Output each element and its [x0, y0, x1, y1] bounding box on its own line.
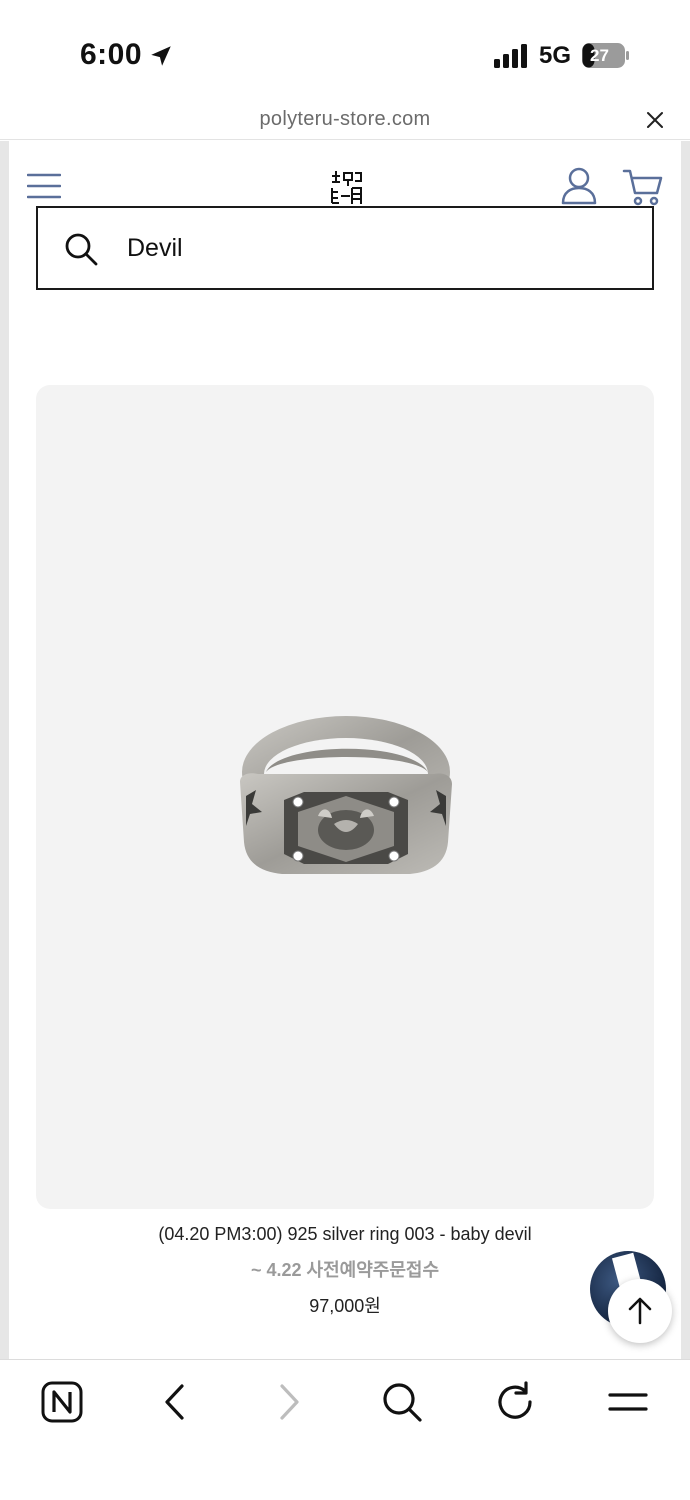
location-arrow-icon: [151, 46, 171, 66]
url-text[interactable]: polyteru-store.com: [0, 108, 690, 131]
close-icon[interactable]: [645, 110, 665, 130]
product-price: 97,000원: [309, 1296, 381, 1316]
browser-url-bar[interactable]: polyteru-store.com: [0, 100, 690, 140]
product-note: ~ 4.22 사전예약주문접수: [250, 1260, 440, 1280]
back-icon[interactable]: [153, 1380, 197, 1424]
page-frame-right: [681, 141, 690, 1359]
user-icon[interactable]: [561, 167, 597, 205]
browser-toolbar: [0, 1359, 690, 1500]
menu-icon[interactable]: [606, 1380, 650, 1424]
cart-icon[interactable]: [622, 167, 664, 207]
search-icon[interactable]: [380, 1380, 424, 1424]
reload-icon[interactable]: [493, 1380, 537, 1424]
search-icon[interactable]: [63, 231, 99, 267]
network-type: 5G: [539, 42, 572, 69]
arrow-up-icon: [628, 1297, 652, 1325]
scroll-to-top-button[interactable]: [608, 1279, 672, 1343]
status-time: 6:00: [80, 38, 143, 71]
product-name[interactable]: (04.20 PM3:00) 925 silver ring 003 - bab…: [0, 1224, 690, 1245]
signal-icon: [494, 44, 527, 68]
search-box[interactable]: [36, 206, 654, 290]
polyteru-logo[interactable]: [328, 168, 364, 206]
hamburger-menu-icon[interactable]: [27, 172, 61, 200]
page-frame-left: [0, 141, 9, 1359]
battery-level: 27: [590, 46, 609, 65]
silver-ring-image[interactable]: [240, 712, 452, 880]
naver-home-icon[interactable]: [40, 1380, 84, 1424]
search-input[interactable]: [127, 228, 607, 268]
forward-icon: [280, 1384, 299, 1420]
status-bar: 6:00 5G 27: [0, 0, 690, 100]
